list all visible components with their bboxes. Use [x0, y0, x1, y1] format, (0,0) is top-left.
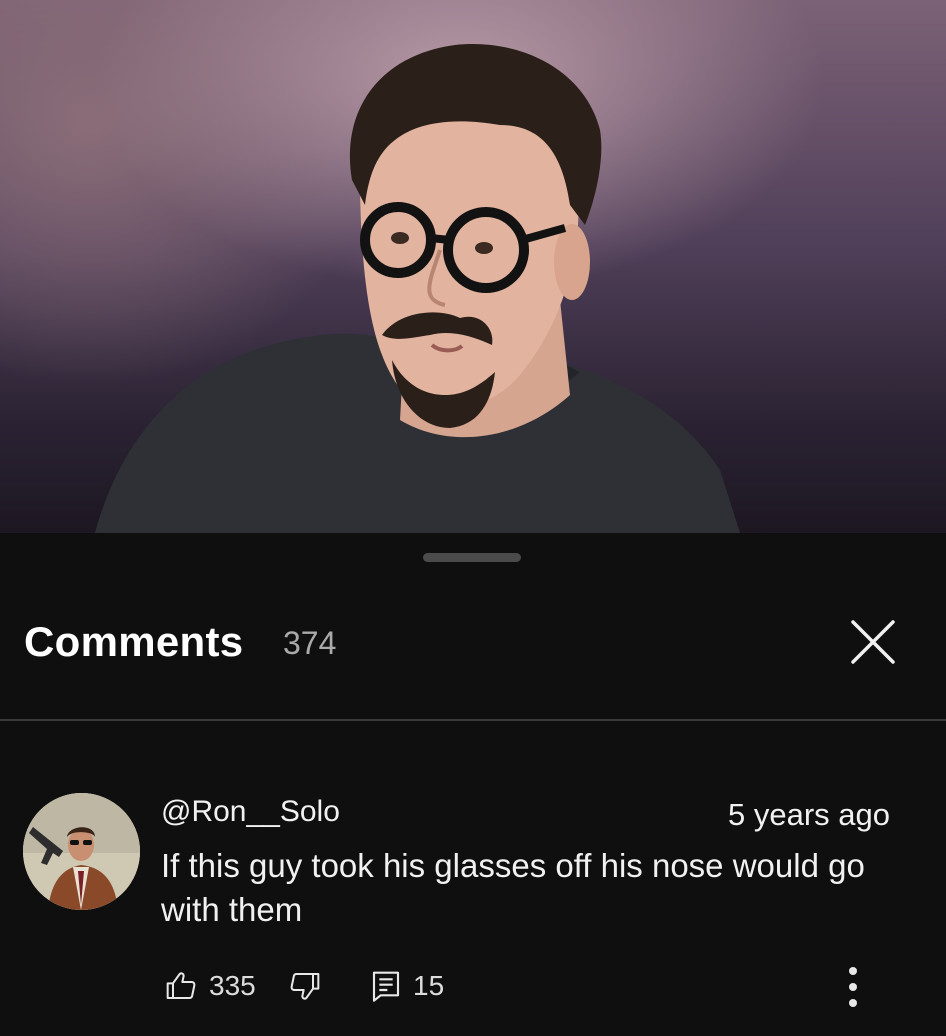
comments-count: 374 — [283, 625, 337, 661]
video-frame-person — [95, 44, 740, 533]
like-count: 335 — [209, 970, 256, 1001]
drag-handle[interactable] — [423, 553, 521, 562]
comment-author[interactable]: @Ron__Solo — [161, 795, 340, 829]
reply-count: 15 — [413, 970, 445, 1001]
comments-title: Comments — [24, 618, 244, 665]
thumbs-down-icon — [290, 973, 320, 1000]
avatar-image — [23, 793, 140, 910]
reply-icon — [372, 971, 400, 1002]
close-icon — [851, 620, 895, 664]
more-vert-icon — [849, 967, 857, 975]
comment-text: If this guy took his glasses off his nos… — [161, 847, 865, 928]
thumbs-up-icon — [166, 972, 196, 999]
avatar[interactable] — [23, 793, 140, 910]
comments-sheet: Comments 374 @Ron__Solo 5 years ago If t… — [0, 533, 946, 1036]
video-player[interactable] — [0, 0, 946, 533]
header-divider — [0, 719, 946, 721]
reply-button[interactable]: 15 — [371, 966, 444, 1006]
more-options-button[interactable] — [836, 965, 870, 1009]
comment-timestamp: 5 years ago — [728, 797, 890, 832]
close-button[interactable] — [844, 613, 902, 671]
dislike-button[interactable] — [289, 966, 321, 1006]
like-button[interactable]: 335 — [165, 966, 256, 1006]
